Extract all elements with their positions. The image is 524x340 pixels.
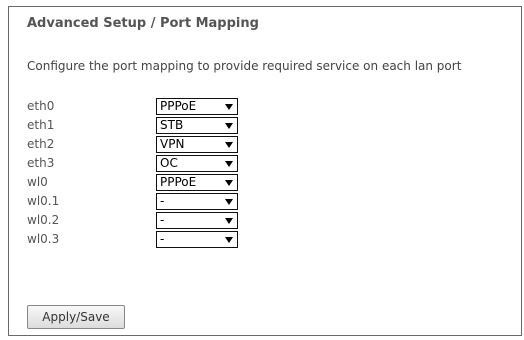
port-label: wl0.1 xyxy=(27,194,60,208)
select-value: - xyxy=(160,213,165,227)
port-row-wl0-3: wl0.3 - xyxy=(27,231,267,248)
port-label: wl0.3 xyxy=(27,232,60,246)
page-description: Configure the port mapping to provide re… xyxy=(27,59,462,73)
port-service-select[interactable]: - xyxy=(156,193,238,210)
port-label: eth3 xyxy=(27,156,55,170)
select-value: VPN xyxy=(160,137,185,151)
port-service-select[interactable]: OC xyxy=(156,155,238,172)
chevron-down-icon xyxy=(225,142,233,148)
port-service-select[interactable]: PPPoE xyxy=(156,174,238,191)
port-row-eth1: eth1 STB xyxy=(27,117,267,134)
port-label: eth2 xyxy=(27,137,55,151)
port-label: eth1 xyxy=(27,118,55,132)
port-row-wl0-1: wl0.1 - xyxy=(27,193,267,210)
chevron-down-icon xyxy=(225,237,233,243)
chevron-down-icon xyxy=(225,218,233,224)
page-title: Advanced Setup / Port Mapping xyxy=(27,16,259,31)
port-service-select[interactable]: - xyxy=(156,231,238,248)
port-label: eth0 xyxy=(27,99,55,113)
chevron-down-icon xyxy=(225,199,233,205)
port-service-select[interactable]: PPPoE xyxy=(156,98,238,115)
select-value: STB xyxy=(160,118,184,132)
port-row-wl0-2: wl0.2 - xyxy=(27,212,267,229)
chevron-down-icon xyxy=(225,123,233,129)
select-value: OC xyxy=(160,156,178,170)
port-row-eth2: eth2 VPN xyxy=(27,136,267,153)
port-service-select[interactable]: STB xyxy=(156,117,238,134)
apply-save-button[interactable]: Apply/Save xyxy=(27,305,125,329)
port-row-wl0: wl0 PPPoE xyxy=(27,174,267,191)
chevron-down-icon xyxy=(225,161,233,167)
port-service-select[interactable]: VPN xyxy=(156,136,238,153)
port-row-eth3: eth3 OC xyxy=(27,155,267,172)
select-value: PPPoE xyxy=(160,175,197,189)
port-label: wl0.2 xyxy=(27,213,60,227)
port-service-select[interactable]: - xyxy=(156,212,238,229)
select-value: - xyxy=(160,194,165,208)
chevron-down-icon xyxy=(225,104,233,110)
select-value: - xyxy=(160,232,165,246)
chevron-down-icon xyxy=(225,180,233,186)
port-mapping-panel: Advanced Setup / Port Mapping Configure … xyxy=(8,6,522,336)
port-label: wl0 xyxy=(27,175,48,189)
select-value: PPPoE xyxy=(160,99,197,113)
port-row-eth0: eth0 PPPoE xyxy=(27,98,267,115)
